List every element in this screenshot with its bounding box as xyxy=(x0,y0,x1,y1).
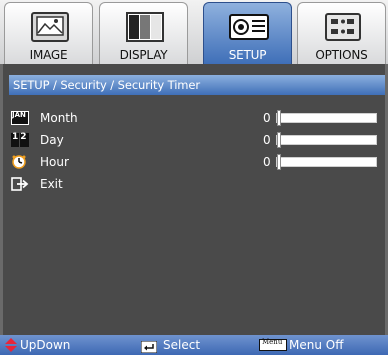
hour-label: Hour xyxy=(40,155,69,169)
display-icon xyxy=(124,11,166,43)
hour-row[interactable]: Hour 0 xyxy=(11,152,377,172)
clock-icon xyxy=(11,155,29,169)
breadcrumb: SETUP / Security / Security Timer xyxy=(9,75,385,95)
tab-image[interactable]: IMAGE xyxy=(4,2,93,64)
menu-tab-bar: IMAGE DISPLAY SETUP OPTIONS xyxy=(0,0,388,64)
footer-select-label: Select xyxy=(163,338,201,352)
footer-hint-bar: UpDown Select Menu Menu Off xyxy=(0,335,388,355)
day-slider[interactable] xyxy=(276,132,377,148)
image-icon xyxy=(29,11,71,43)
options-icon xyxy=(322,11,364,43)
tab-display-label: DISPLAY xyxy=(119,48,168,62)
menu-key-label: Menu xyxy=(262,338,283,346)
hour-slider[interactable] xyxy=(276,154,377,170)
enter-key-icon xyxy=(140,339,158,355)
settings-panel: SETUP / Security / Security Timer JAN Mo… xyxy=(0,64,388,335)
day-row[interactable]: 12 Day 0 xyxy=(11,130,377,150)
tab-options-label: OPTIONS xyxy=(315,48,368,62)
exit-label: Exit xyxy=(40,177,63,191)
up-down-arrow-icon xyxy=(5,338,17,355)
month-value: 0 xyxy=(263,111,271,125)
tab-setup-label: SETUP xyxy=(228,48,267,62)
month-slider-knob[interactable] xyxy=(277,110,281,126)
tab-options[interactable]: OPTIONS xyxy=(297,2,386,64)
month-calendar-icon: JAN xyxy=(11,111,29,125)
month-label: Month xyxy=(40,111,78,125)
day-label: Day xyxy=(40,133,64,147)
tab-setup[interactable]: SETUP xyxy=(203,2,292,64)
tab-image-label: IMAGE xyxy=(29,48,68,62)
hour-slider-knob[interactable] xyxy=(277,154,281,170)
footer-menu-off-label: Menu Off xyxy=(289,338,344,352)
tab-display[interactable]: DISPLAY xyxy=(99,2,188,64)
day-slider-knob[interactable] xyxy=(277,132,281,148)
footer-updown-label: UpDown xyxy=(20,338,71,352)
exit-icon xyxy=(11,177,29,191)
menu-key-icon: Menu xyxy=(259,338,287,351)
hour-value: 0 xyxy=(263,155,271,169)
day-calendar-icon: 12 xyxy=(11,132,29,147)
exit-row[interactable]: Exit xyxy=(11,174,377,194)
day-value: 0 xyxy=(263,133,271,147)
month-slider[interactable] xyxy=(276,110,377,126)
month-row[interactable]: JAN Month 0 xyxy=(11,108,377,128)
setup-icon xyxy=(228,11,270,43)
